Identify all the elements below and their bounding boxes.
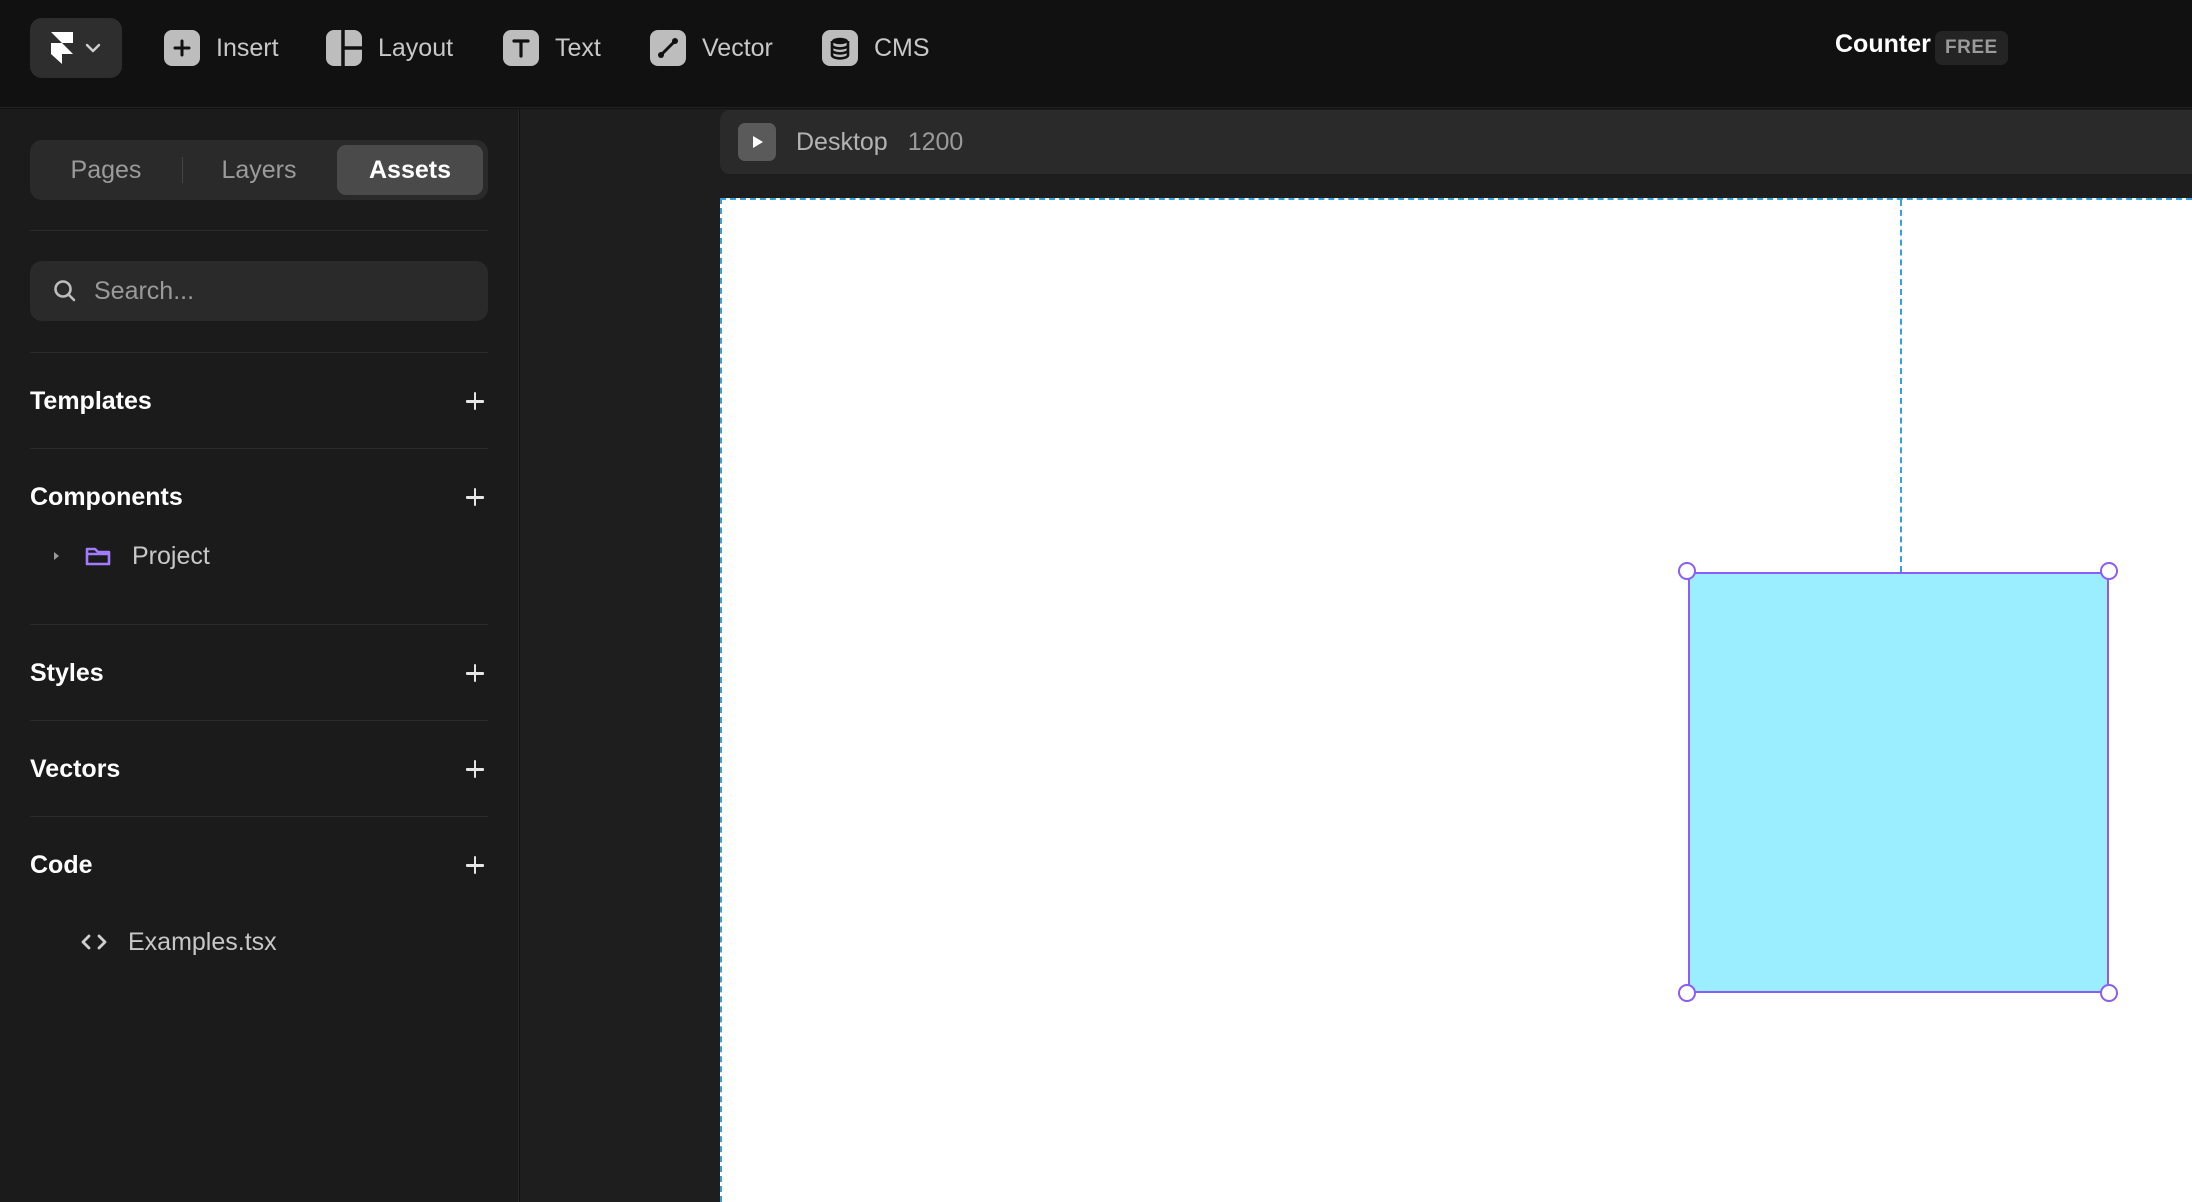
tool-label: CMS (874, 33, 930, 62)
frame-width: 1200 (907, 127, 964, 156)
vector-icon (650, 30, 686, 66)
insert-tool-button[interactable]: Insert (164, 26, 279, 70)
play-icon (753, 136, 763, 148)
tool-label: Text (555, 33, 601, 62)
divider (30, 816, 488, 817)
section-title: Components (30, 482, 183, 511)
search-box[interactable] (30, 261, 488, 321)
tree-item-examples-tsx[interactable]: Examples.tsx (80, 922, 277, 962)
vector-tool-button[interactable]: Vector (650, 26, 773, 70)
add-component-icon[interactable] (460, 483, 488, 511)
text-tool-button[interactable]: Text (503, 26, 601, 70)
templates-section-header[interactable]: Templates (30, 381, 488, 421)
sidebar-tabs: Pages Layers Assets (30, 140, 488, 200)
frame-header[interactable]: Desktop 1200 (720, 110, 2192, 174)
section-title: Code (30, 850, 93, 879)
framer-logo-icon (51, 32, 73, 64)
frame-name: Desktop (796, 127, 888, 156)
divider (30, 352, 488, 353)
divider (30, 230, 488, 231)
caret-right-icon (54, 552, 59, 560)
selected-rectangle[interactable] (1688, 572, 2109, 993)
folder-icon (85, 547, 111, 566)
add-style-icon[interactable] (460, 659, 488, 687)
distance-guide-line (1900, 200, 1902, 572)
tree-item-label: Project (132, 541, 210, 570)
vectors-section-header[interactable]: Vectors (30, 749, 488, 789)
tool-label: Vector (702, 33, 773, 62)
resize-handle-bottom-right[interactable] (2100, 984, 2118, 1002)
tool-label: Insert (216, 33, 279, 62)
search-icon (54, 280, 76, 302)
code-icon (81, 934, 107, 950)
components-section-header[interactable]: Components (30, 477, 488, 517)
resize-handle-top-right[interactable] (2100, 562, 2118, 580)
add-template-icon[interactable] (460, 387, 488, 415)
section-title: Templates (30, 386, 152, 415)
search-input[interactable] (94, 276, 454, 306)
resize-handle-top-left[interactable] (1678, 562, 1696, 580)
framer-menu-button[interactable] (30, 18, 122, 78)
section-title: Vectors (30, 754, 121, 783)
resize-handle-bottom-left[interactable] (1678, 984, 1696, 1002)
tool-label: Layout (378, 33, 454, 62)
layout-tool-button[interactable]: Layout (326, 26, 453, 70)
top-toolbar: Insert Layout Text Vector CMS Counter FR… (0, 0, 2192, 108)
cms-tool-button[interactable]: CMS (822, 26, 930, 70)
layout-icon (326, 30, 362, 66)
chevron-down-icon (85, 43, 101, 53)
left-sidebar: Pages Layers Assets Templates Components… (0, 109, 519, 1202)
divider (30, 448, 488, 449)
tab-assets[interactable]: Assets (337, 145, 483, 195)
add-vector-icon[interactable] (460, 755, 488, 783)
code-section-header[interactable]: Code (30, 845, 488, 885)
section-title: Styles (30, 658, 104, 687)
tree-item-project[interactable]: Project (48, 536, 210, 576)
plan-badge[interactable]: FREE (1935, 31, 2008, 65)
insert-icon (164, 30, 200, 66)
styles-section-header[interactable]: Styles (30, 653, 488, 693)
tab-pages[interactable]: Pages (30, 140, 182, 200)
tree-item-label: Examples.tsx (128, 927, 277, 956)
text-icon (503, 30, 539, 66)
divider (30, 624, 488, 625)
tab-layers[interactable]: Layers (183, 140, 335, 200)
cms-icon (822, 30, 858, 66)
preview-button[interactable] (738, 123, 776, 161)
project-name[interactable]: Counter (1835, 30, 1931, 59)
divider (30, 720, 488, 721)
add-code-icon[interactable] (460, 851, 488, 879)
